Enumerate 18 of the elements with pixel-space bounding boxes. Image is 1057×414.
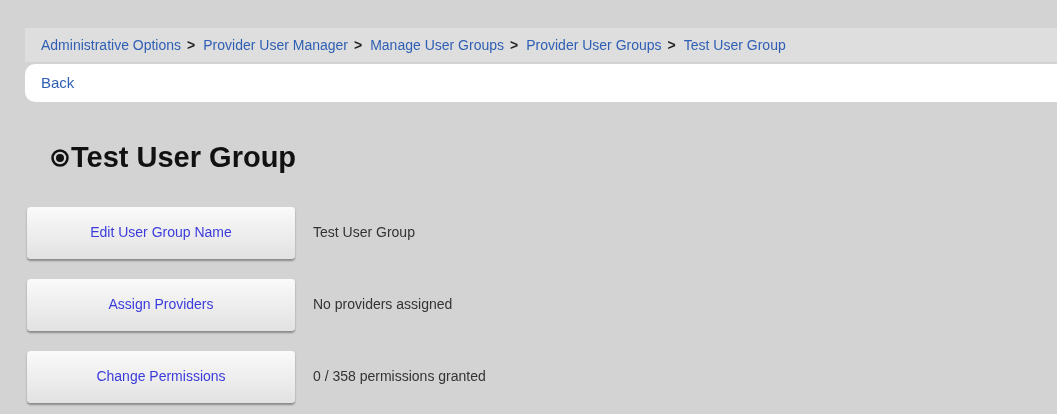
breadcrumb-link[interactable]: Manage User Groups — [370, 34, 504, 56]
breadcrumb-link[interactable]: Provider User Manager — [203, 34, 348, 56]
breadcrumb-link[interactable]: Administrative Options — [41, 34, 182, 56]
action-button[interactable]: Assign Providers — [27, 278, 295, 331]
radio-icon — [51, 148, 69, 167]
breadcrumb-separator: > — [667, 35, 676, 55]
action-value: No providers assigned — [313, 295, 453, 314]
breadcrumb-link[interactable]: Provider User Groups — [526, 34, 662, 56]
action-button[interactable]: Edit User Group Name — [27, 206, 295, 259]
breadcrumb-separator: > — [187, 35, 196, 55]
breadcrumb-link[interactable]: Test User Group — [683, 34, 786, 56]
breadcrumb-separator: > — [510, 35, 519, 55]
breadcrumb-separator: > — [354, 35, 363, 55]
page-title: Test User Group — [71, 140, 297, 175]
action-value: Test User Group — [313, 223, 415, 242]
action-value: 0 / 358 permissions granted — [313, 367, 486, 386]
action-button[interactable]: Change Permissions — [27, 350, 295, 403]
back-link[interactable]: Back — [41, 71, 75, 95]
